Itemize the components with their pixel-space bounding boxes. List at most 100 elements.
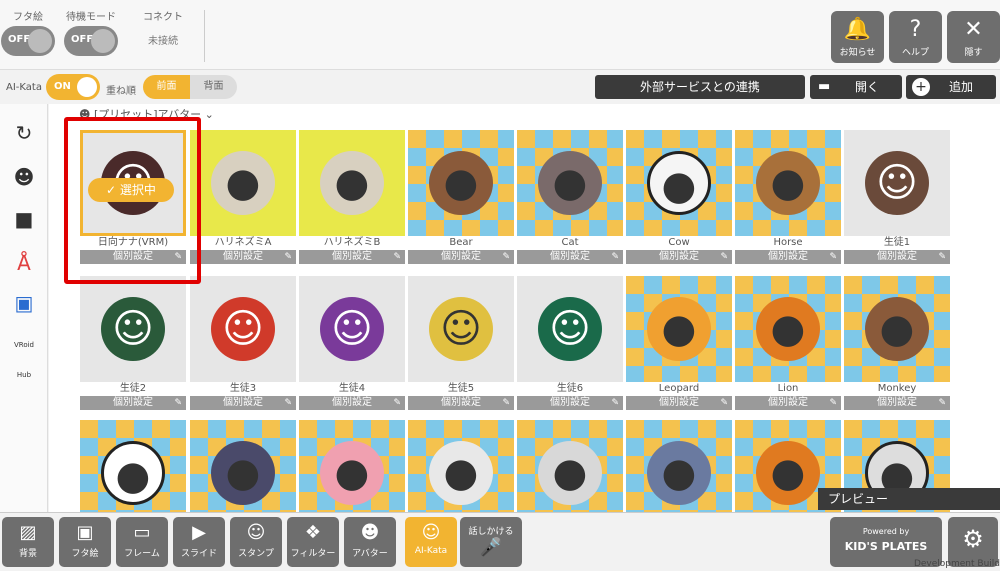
avatar-image: ● (429, 441, 493, 505)
avatar-button[interactable]: ☻ アバター (344, 517, 396, 567)
individual-settings-button[interactable]: 個別設定 ✎ (408, 250, 514, 264)
individual-settings-button[interactable]: 個別設定 ✎ (299, 250, 405, 264)
avatar-image: ● (647, 441, 711, 505)
avatar-tile[interactable]: ● Cow 個別設定 ✎ (626, 130, 732, 264)
stamp-button[interactable]: ☺ スタンプ (230, 517, 282, 567)
avatar-tile[interactable]: ☺ 生徒1 個別設定 ✎ (844, 130, 950, 264)
pen-icon: ✎ (284, 398, 292, 408)
futae-label: フタ絵 (13, 12, 43, 23)
talk-label: 話しかける (468, 527, 514, 537)
avatar-image: ● (538, 151, 602, 215)
avatar-tile[interactable]: ● (299, 420, 405, 512)
avatar-tile[interactable]: ● ハリネズミB 個別設定 ✎ (299, 130, 405, 264)
avatar-tile[interactable]: ● Lion 個別設定 ✎ (735, 276, 841, 410)
frame-button[interactable]: ▭ フレーム (116, 517, 168, 567)
individual-settings-button[interactable]: 個別設定 ✎ (517, 396, 623, 410)
slide-button[interactable]: ▶ スライド (173, 517, 225, 567)
futae-toggle[interactable]: OFF (1, 26, 55, 56)
history-icon[interactable]: ↻ (6, 118, 42, 148)
play-icon: ▶ (192, 522, 206, 543)
individual-settings-button[interactable]: 個別設定 ✎ (80, 396, 186, 410)
individual-settings-button[interactable]: 個別設定 ✎ (408, 396, 514, 410)
individual-settings-button[interactable]: 個別設定 ✎ (735, 250, 841, 264)
individual-settings-button[interactable]: 個別設定 ✎ (735, 396, 841, 410)
futae-state: OFF (8, 34, 31, 45)
avatar-tile[interactable]: ● (626, 420, 732, 512)
preview-panel-header[interactable]: プレビュー (818, 488, 1000, 510)
microphone-icon: 🎤 (479, 537, 503, 558)
avatar-tile[interactable]: ● (80, 420, 186, 512)
avatar-tile[interactable]: ● (517, 420, 623, 512)
individual-settings-button[interactable]: 個別設定 ✎ (190, 250, 296, 264)
avatar-tile[interactable]: ● ハリネズミA 個別設定 ✎ (190, 130, 296, 264)
external-services-button[interactable]: 外部サービスとの連携 (595, 75, 805, 99)
hide-button[interactable]: ✕ 隠す (947, 11, 1000, 63)
back-option[interactable]: 背面 (190, 75, 237, 99)
filter-button[interactable]: ❖ フィルター (287, 517, 339, 567)
avatar-image: ☺ (429, 297, 493, 361)
filter-label: フィルター (290, 549, 336, 559)
individual-settings-button[interactable]: 個別設定 ✎ (626, 396, 732, 410)
people-icon[interactable]: ☻ (6, 162, 42, 192)
avatar-tile[interactable]: ☺ 生徒3 個別設定 ✎ (190, 276, 296, 410)
avatar-image: ● (756, 441, 820, 505)
avatar-tile[interactable]: ● (408, 420, 514, 512)
talk-button[interactable]: 話しかける 🎤 (460, 517, 522, 567)
individual-settings-button[interactable]: 個別設定 ✎ (299, 396, 405, 410)
futae-button[interactable]: ▣ フタ絵 (59, 517, 111, 567)
layer-order-label: 重ね順 (106, 86, 136, 97)
futae-label: フタ絵 (71, 549, 99, 559)
avatar-image: ● (320, 151, 384, 215)
avatar-tile[interactable]: ☺ 生徒2 個別設定 ✎ (80, 276, 186, 410)
screen-icon: ▣ (76, 522, 94, 543)
cube-icon[interactable]: ▣ (6, 288, 42, 318)
avatar-image: ☺ (538, 297, 602, 361)
avatar-tile[interactable]: ● Horse 個別設定 ✎ (735, 130, 841, 264)
avatar-image: ☺ (211, 297, 275, 361)
folder-icon[interactable]: ■ (6, 204, 42, 234)
background-label: 背景 (18, 549, 37, 559)
avatar-tile[interactable]: ● Monkey 個別設定 ✎ (844, 276, 950, 410)
open-label: 開く (854, 80, 879, 94)
avatar-tile[interactable]: ☺ 生徒5 個別設定 ✎ (408, 276, 514, 410)
a-letter-icon[interactable]: Å (6, 248, 42, 278)
vroid-hub-icon[interactable]: VRoid Hub (6, 330, 42, 379)
avatar-image: ● (756, 151, 820, 215)
pen-icon: ✎ (393, 398, 401, 408)
individual-settings-button[interactable]: 個別設定 ✎ (844, 396, 950, 410)
open-button[interactable]: ▬ 開く (810, 75, 902, 99)
individual-settings-button[interactable]: 個別設定 ✎ (844, 250, 950, 264)
avatar-tile[interactable]: ☺ 生徒4 個別設定 ✎ (299, 276, 405, 410)
avatar-name: Bear (449, 237, 473, 248)
avatar-image: ● (647, 297, 711, 361)
avatar-tile[interactable]: ● Bear 個別設定 ✎ (408, 130, 514, 264)
standby-state: OFF (71, 34, 94, 45)
individual-settings-button[interactable]: 個別設定 ✎ (190, 396, 296, 410)
ai-kata-state: ON (54, 81, 71, 92)
close-icon: ✕ (964, 17, 983, 42)
avatar-name: 生徒2 (119, 383, 147, 394)
help-button[interactable]: ? ヘルプ (889, 11, 942, 63)
avatar-tile[interactable]: ☺ 生徒6 個別設定 ✎ (517, 276, 623, 410)
pen-icon: ✎ (502, 252, 510, 262)
avatar-tile[interactable]: ● (190, 420, 296, 512)
individual-settings-button[interactable]: 個別設定 ✎ (517, 250, 623, 264)
question-icon: ? (909, 17, 922, 42)
powered-by-label: Powered by (862, 527, 910, 536)
futae-toggle-group: フタ絵 OFF (0, 8, 56, 60)
add-button[interactable]: + 追加 (906, 75, 996, 99)
front-option[interactable]: 前面 (143, 75, 190, 99)
avatar-tile[interactable]: ● Cat 個別設定 ✎ (517, 130, 623, 264)
pen-icon: ✎ (393, 252, 401, 262)
ai-kata-button[interactable]: ☺ AI-Kata (405, 517, 457, 567)
notice-button[interactable]: 🔔 お知らせ (831, 11, 884, 63)
ai-kata-toggle[interactable]: ON (46, 74, 100, 100)
connect-status: 未接続 (148, 36, 178, 47)
avatar-name: 生徒5 (447, 383, 475, 394)
standby-toggle[interactable]: OFF (64, 26, 118, 56)
folder-icon: ▬ (818, 79, 831, 94)
avatar-tile[interactable]: ● Leopard 個別設定 ✎ (626, 276, 732, 410)
background-button[interactable]: ▨ 背景 (2, 517, 54, 567)
frame-label: フレーム (124, 549, 160, 559)
individual-settings-button[interactable]: 個別設定 ✎ (626, 250, 732, 264)
